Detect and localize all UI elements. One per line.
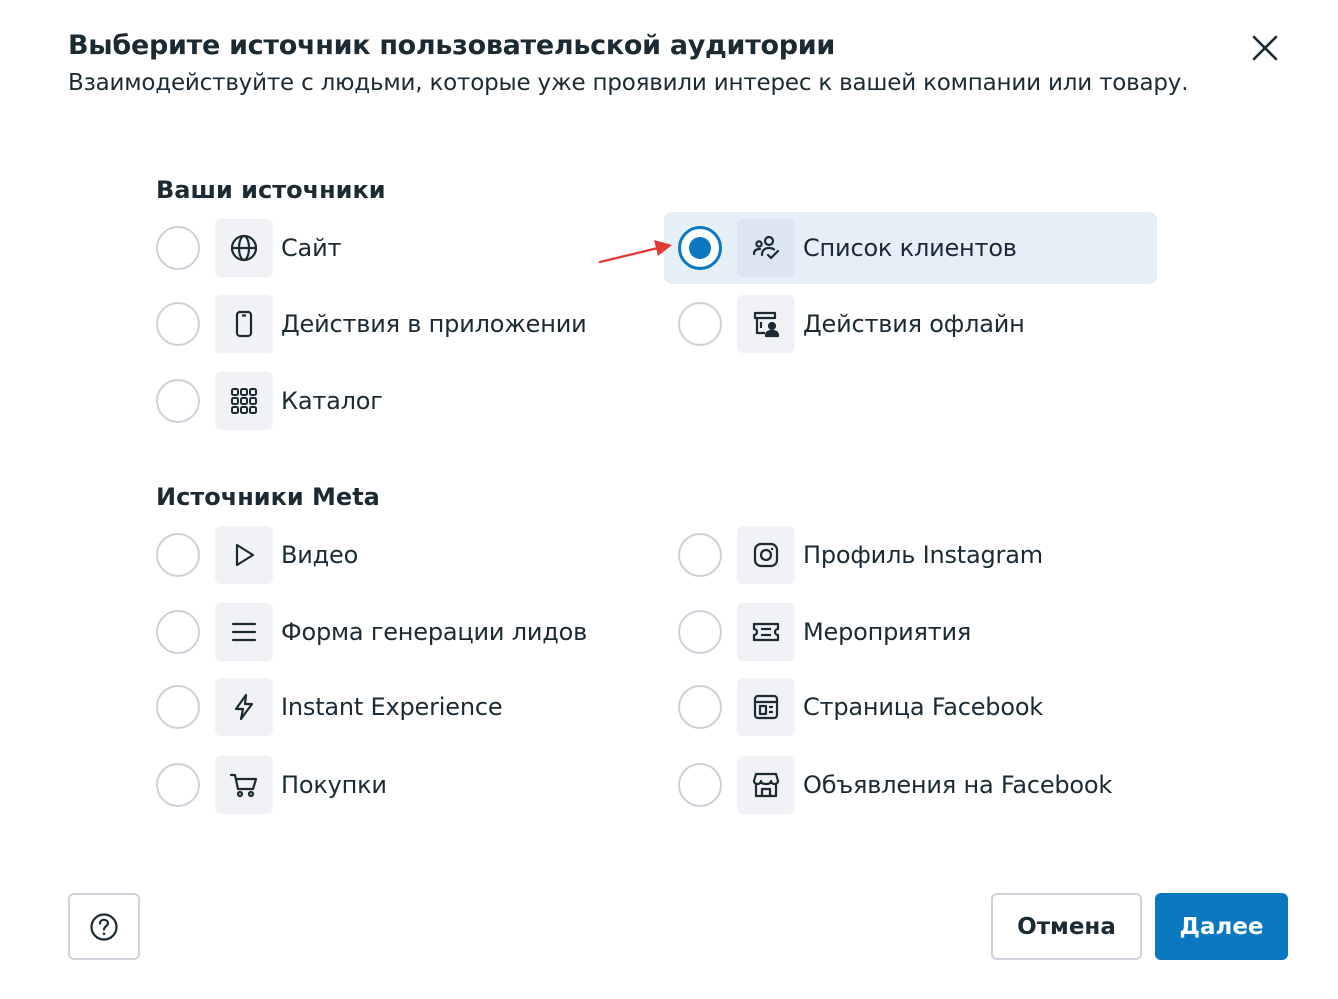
option-website[interactable]: Сайт [156,212,616,284]
grid-icon [231,388,257,414]
help-icon [90,912,118,941]
option-label: Покупки [281,771,387,799]
option-label: Мероприятия [803,618,972,646]
radio-instant-experience[interactable] [156,685,200,729]
option-instant-experience[interactable]: Instant Experience [156,671,616,743]
option-instagram-profile[interactable]: Профиль Instagram [678,519,1138,591]
radio-website[interactable] [156,226,200,270]
page-icon [753,694,779,720]
cart-icon [229,773,258,798]
option-label: Видео [281,541,359,569]
option-label: Действия в приложении [281,310,587,338]
radio-facebook-page[interactable] [678,685,722,729]
radio-instagram-profile[interactable] [678,533,722,577]
next-button[interactable]: Далее [1155,893,1288,960]
annotation-arrow-icon [598,240,672,264]
globe-icon [230,234,258,262]
radio-customer-list[interactable] [678,226,722,270]
option-label: Сайт [281,234,342,262]
close-icon [1252,35,1278,61]
menu-lines-icon [231,622,257,642]
option-label: Список клиентов [803,234,1017,262]
lightning-icon [234,693,254,721]
option-events[interactable]: Мероприятия [678,596,1138,668]
option-shopping[interactable]: Покупки [156,749,616,821]
radio-lead-form[interactable] [156,610,200,654]
option-facebook-listings[interactable]: Объявления на Facebook [678,749,1138,821]
option-label: Форма генерации лидов [281,618,588,646]
option-facebook-page[interactable]: Страница Facebook [678,671,1138,743]
instagram-icon [753,542,779,568]
option-label: Instant Experience [281,693,503,721]
play-icon [235,543,255,567]
help-button[interactable] [68,893,140,960]
dialog-title: Выберите источник пользовательской аудит… [68,30,836,61]
option-catalog[interactable]: Каталог [156,365,616,437]
option-label: Страница Facebook [803,693,1044,721]
option-label: Объявления на Facebook [803,771,1113,799]
mobile-icon [235,310,253,338]
option-label: Профиль Instagram [803,541,1043,569]
radio-app-activity[interactable] [156,302,200,346]
offline-store-icon [753,311,780,338]
option-label: Действия офлайн [803,310,1025,338]
option-offline-activity[interactable]: Действия офлайн [678,288,1138,360]
option-app-activity[interactable]: Действия в приложении [156,288,616,360]
cancel-button[interactable]: Отмена [991,893,1142,960]
radio-video[interactable] [156,533,200,577]
ticket-icon [752,622,780,642]
option-video[interactable]: Видео [156,519,616,591]
option-lead-form[interactable]: Форма генерации лидов [156,596,616,668]
radio-catalog[interactable] [156,379,200,423]
close-button[interactable] [1246,29,1284,67]
option-customer-list[interactable]: Список клиентов [664,212,1157,284]
storefront-icon [752,772,780,798]
radio-events[interactable] [678,610,722,654]
customer-list-icon [752,235,780,260]
dialog-subtitle: Взаимодействуйте с людьми, которые уже п… [68,70,1189,96]
option-label: Каталог [281,387,383,415]
audience-source-dialog: Выберите источник пользовательской аудит… [0,0,1338,999]
radio-shopping[interactable] [156,763,200,807]
radio-facebook-listings[interactable] [678,763,722,807]
radio-offline-activity[interactable] [678,302,722,346]
section-title-meta-sources: Источники Meta [156,483,380,511]
section-title-your-sources: Ваши источники [156,176,386,204]
